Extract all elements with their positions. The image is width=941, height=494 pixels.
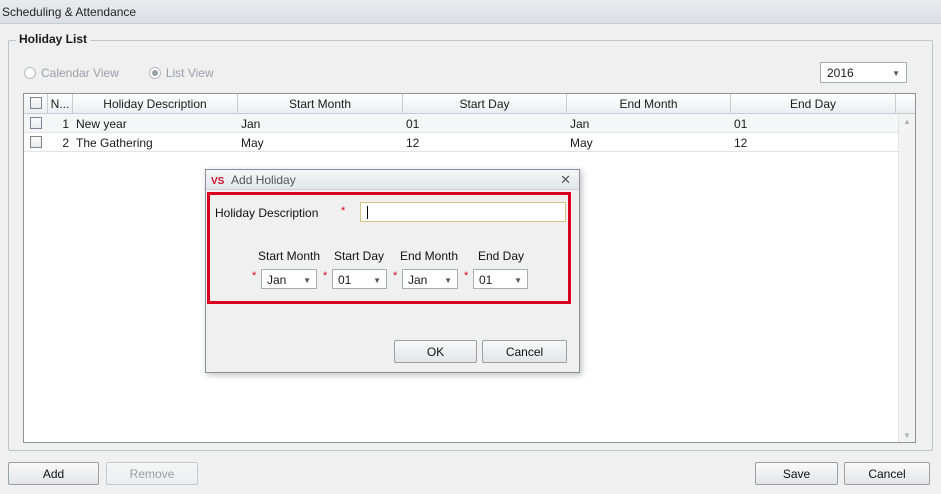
calendar-view-radio[interactable]: Calendar View [24,66,119,80]
window-title: Scheduling & Attendance [0,0,941,24]
table-row[interactable]: 2 The Gathering May 12 May 12 [24,133,898,152]
header-number[interactable]: N... [48,94,73,114]
holiday-description-label: Holiday Description [215,206,319,220]
row-number: 1 [62,117,69,131]
remove-button[interactable]: Remove [106,462,198,485]
chevron-down-icon: ▼ [514,276,522,285]
required-marker: * [252,270,257,282]
dialog-cancel-button[interactable]: Cancel [482,340,567,363]
start-month-value: Jan [267,273,287,287]
row-end-month: May [570,136,593,150]
row-end-day: 12 [734,136,748,150]
header-end-month[interactable]: End Month [567,94,731,114]
cancel-button[interactable]: Cancel [844,462,930,485]
end-month-value: Jan [408,273,428,287]
holiday-description-input[interactable] [360,202,566,222]
row-start-month: May [241,136,264,150]
table-row[interactable]: 1 New year Jan 01 Jan 01 [24,114,898,133]
dialog-title: Add Holiday [231,173,296,187]
chevron-down-icon: ▼ [444,276,452,285]
end-day-value: 01 [479,273,493,287]
ok-button[interactable]: OK [394,340,477,363]
row-checkbox[interactable] [30,117,42,129]
end-day-label: End Day [478,249,525,263]
row-start-month: Jan [241,117,261,131]
scroll-down-icon[interactable]: ▼ [903,431,911,440]
required-marker: * [323,270,328,282]
year-value: 2016 [827,66,854,80]
table-header: N... Holiday Description Start Month Sta… [24,94,915,114]
calendar-view-label: Calendar View [41,66,119,80]
header-start-month[interactable]: Start Month [238,94,403,114]
required-marker: * [464,270,469,282]
end-month-label: End Month [400,249,459,263]
add-button[interactable]: Add [8,462,99,485]
text-cursor [367,206,368,219]
list-view-label: List View [165,66,214,80]
app-logo-icon: VS [211,176,225,187]
year-select[interactable]: 2016 ▼ [820,62,907,83]
start-day-select[interactable]: 01 ▼ [332,269,387,289]
header-holiday-description[interactable]: Holiday Description [73,94,238,114]
row-end-day: 01 [734,117,748,131]
scroll-up-icon[interactable]: ▲ [903,117,911,126]
radio-unselected-icon [24,67,36,79]
dialog-titlebar[interactable]: VS Add Holiday ✕ [206,170,579,190]
start-month-label: Start Month [258,249,321,263]
close-icon[interactable]: ✕ [560,172,571,188]
table-scrollbar[interactable]: ▲ ▼ [898,114,915,442]
radio-selected-icon [148,67,161,79]
end-day-select[interactable]: 01 ▼ [473,269,528,289]
start-day-value: 01 [338,273,352,287]
header-end-day[interactable]: End Day [731,94,896,114]
save-button[interactable]: Save [755,462,838,485]
holiday-list-legend: Holiday List [16,32,91,46]
list-view-radio[interactable]: List View [148,66,214,80]
required-marker: * [393,270,398,282]
chevron-down-icon: ▼ [892,69,900,78]
required-marker: * [341,205,346,217]
view-options: Calendar View List View [24,66,244,80]
chevron-down-icon: ▼ [303,276,311,285]
row-checkbox[interactable] [30,136,42,148]
row-description: The Gathering [76,136,153,150]
row-number: 2 [62,136,69,150]
row-start-day: 12 [406,136,420,150]
chevron-down-icon: ▼ [373,276,381,285]
header-start-day[interactable]: Start Day [403,94,567,114]
start-month-select[interactable]: Jan ▼ [261,269,317,289]
row-description: New year [76,117,127,131]
end-month-select[interactable]: Jan ▼ [402,269,458,289]
start-day-label: Start Day [334,249,385,263]
row-end-month: Jan [570,117,590,131]
row-start-day: 01 [406,117,420,131]
